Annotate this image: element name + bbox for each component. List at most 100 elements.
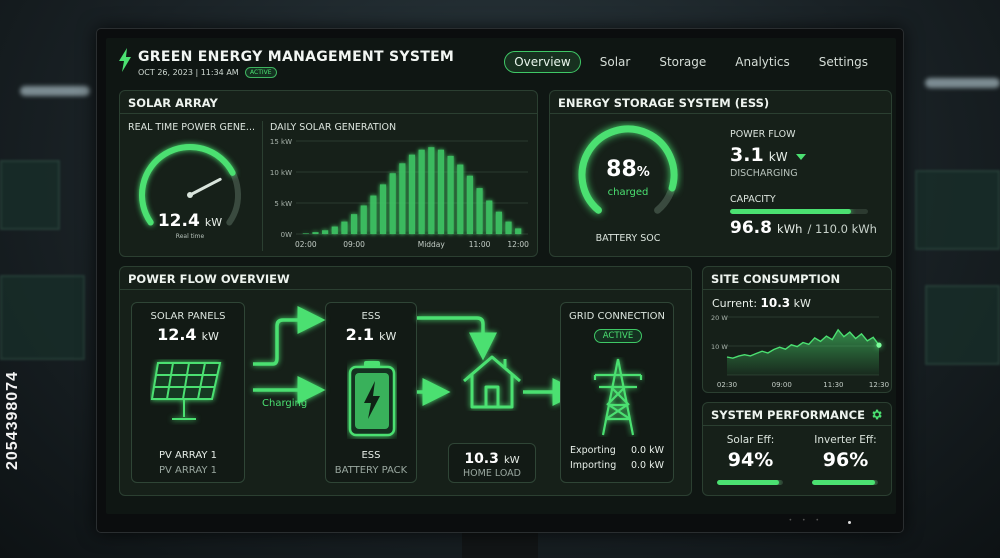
power-flow-panel: POWER FLOW OVERVIEW SOLAR PANELS 12.4 kW (119, 266, 692, 496)
stock-id-watermark: 2054398074 (4, 371, 21, 470)
dashboard-screen: GREEN ENERGY MANAGEMENT SYSTEM OCT 26, 2… (106, 38, 896, 514)
solar-power-unit: kW (204, 216, 223, 229)
chart-bar (379, 184, 387, 234)
solar-eff-value: 94% (727, 449, 774, 471)
site-consumption-panel: SITE CONSUMPTION Current: 10.3 kW 20 W 10… (702, 266, 892, 393)
divider (703, 289, 891, 290)
soc-value: 88 (606, 157, 637, 182)
chart-bar (351, 214, 358, 234)
inverter-eff-label: Inverter Eff: (814, 434, 877, 446)
arrow-ess-to-home (417, 316, 497, 361)
grid-connection-card: GRID CONNECTION ACTIVE Exporting 0.0 kW … (560, 302, 674, 483)
power-flow-readout: 3.1 kW (730, 144, 806, 166)
importing-label: Importing (570, 460, 617, 471)
chart-bar (476, 188, 483, 234)
nav-solar[interactable]: Solar (590, 51, 641, 73)
home-load-unit: kW (503, 455, 520, 466)
chart-bar (312, 232, 319, 234)
panel-title: SITE CONSUMPTION (711, 272, 841, 286)
arrow-solar-to-ess (253, 306, 326, 366)
chart-bar (466, 175, 473, 234)
solar-eff-bar (717, 480, 783, 485)
gauge-needle (188, 177, 222, 197)
current-value: 10.3 (760, 296, 791, 310)
daily-generation-label: DAILY SOLAR GENERATION (270, 122, 397, 133)
chevron-down-icon (795, 154, 806, 160)
ceiling-light (925, 78, 1000, 88)
consumption-area (727, 329, 879, 375)
divider (262, 121, 263, 251)
chart-bar (389, 173, 396, 234)
power-flow-value: 3.1 (730, 144, 764, 166)
y-tick-label: 10 W (711, 343, 728, 351)
chart-bar (322, 230, 329, 234)
home-load-card: 10.3 kW HOME LOAD (448, 443, 536, 483)
solar-power-value: 12.4 (157, 211, 200, 231)
y-tick-label: 15 kW (270, 138, 292, 146)
power-flow-label: POWER FLOW (730, 129, 796, 140)
nav-overview[interactable]: Overview (504, 51, 581, 73)
x-tick-label: 02:00 (295, 240, 317, 249)
card-label: GRID CONNECTION (568, 311, 666, 322)
chart-bar (360, 205, 367, 234)
flow-arrows (253, 306, 575, 406)
chart-bar (447, 155, 454, 234)
panel-title: POWER FLOW OVERVIEW (128, 272, 290, 286)
capacity-bar (730, 209, 868, 214)
daily-generation-chart: 15 kW 10 kW 5 kW 0W02:00 09:00 Midday 11:00 12:… (270, 138, 529, 249)
gauge-pivot (187, 192, 193, 198)
app-title: GREEN ENERGY MANAGEMENT SYSTEM (138, 49, 455, 65)
inverter-eff-bar-fill (812, 480, 876, 485)
current-unit: kW (793, 297, 811, 310)
monitor-buttons: • • • (788, 517, 823, 524)
x-tick-label: 09:00 (772, 381, 792, 389)
chart-bar (418, 149, 425, 234)
importing-value: 0.0 kW (630, 460, 664, 471)
chart-bar (457, 164, 464, 234)
current-label: Current: (712, 297, 758, 310)
soc-caption: charged (607, 187, 649, 198)
soc-readout: 88% (572, 157, 684, 182)
card-unit: kW (201, 330, 219, 343)
panel-title: SYSTEM PERFORMANCE (711, 408, 865, 422)
y-tick-label: 0W (281, 231, 292, 239)
system-performance-panel: SYSTEM PERFORMANCE Solar Eff: 94% Invert… (702, 402, 892, 496)
background-monitor (0, 160, 60, 230)
nav-storage[interactable]: Storage (649, 51, 716, 73)
soc-unit: % (636, 165, 650, 180)
power-flow-unit: kW (768, 150, 788, 164)
charging-label: Charging (262, 398, 308, 409)
chart-bar (505, 221, 512, 234)
current-consumption: Current: 10.3 kW (712, 296, 811, 310)
divider (703, 425, 891, 426)
home-load-label: HOME LOAD (463, 468, 521, 479)
chart-bar (437, 149, 445, 234)
capacity-readout: 96.8 kWh / 110.0 kWh (730, 218, 877, 238)
y-tick-label: 20 W (711, 314, 728, 322)
capacity-unit: kWh (777, 222, 803, 236)
divider (550, 113, 891, 114)
capacity-label: CAPACITY (730, 194, 776, 205)
x-tick-label: 12:30 (869, 381, 889, 389)
current-point (876, 342, 882, 348)
pylon-icon (593, 358, 643, 436)
ceiling-light (20, 86, 90, 96)
nav-analytics[interactable]: Analytics (725, 51, 800, 73)
sun-panel-icon (150, 362, 222, 420)
top-bar: GREEN ENERGY MANAGEMENT SYSTEM OCT 26, 2… (106, 38, 896, 88)
inverter-eff-value: 96% (822, 449, 869, 471)
main-nav: Overview Solar Storage Analytics Setting… (495, 51, 878, 73)
background-monitor (915, 170, 1000, 250)
gauge-caption: Real time (175, 233, 205, 240)
grid-status-badge: ACTIVE (594, 329, 642, 343)
x-tick-label: 09:00 (343, 240, 365, 249)
monitor-stand (462, 533, 538, 558)
y-tick-label: 10 kW (270, 169, 292, 177)
chart-bar (399, 163, 406, 234)
chart-bar (495, 211, 502, 234)
nav-settings[interactable]: Settings (809, 51, 878, 73)
solar-power-readout: 12.4 kW (134, 211, 246, 231)
gear-icon[interactable] (870, 408, 883, 421)
chart-bar (428, 147, 435, 234)
card-label: SOLAR PANELS (150, 311, 226, 322)
